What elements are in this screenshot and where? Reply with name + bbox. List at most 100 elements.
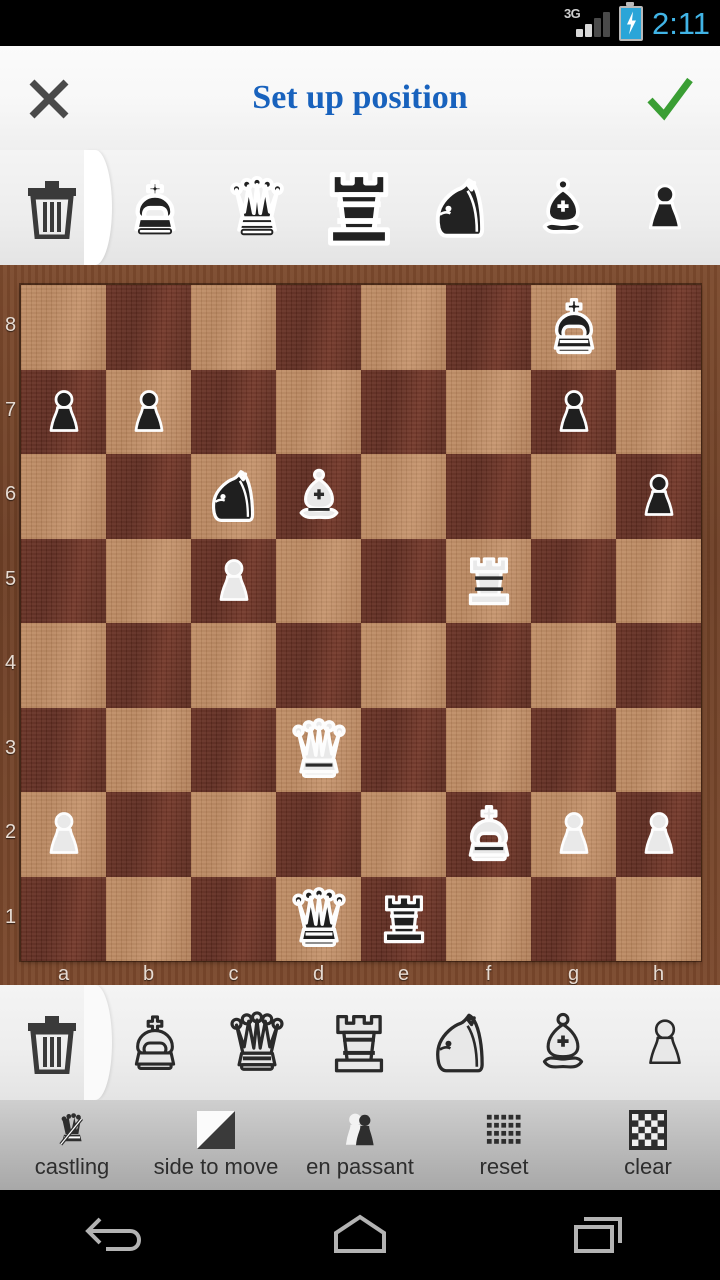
palette-black-king[interactable]: [104, 150, 206, 265]
board-square-a4[interactable]: [21, 623, 106, 708]
piece-black-pawn-g7[interactable]: [531, 370, 616, 455]
board-square-b2[interactable]: [106, 792, 191, 877]
board-square-b6[interactable]: [106, 454, 191, 539]
board-square-c4[interactable]: [191, 623, 276, 708]
board-square-b5[interactable]: [106, 538, 191, 623]
palette-black-queen[interactable]: [206, 150, 308, 265]
board-square-h1[interactable]: [616, 876, 701, 961]
castling-button[interactable]: castling: [0, 1100, 144, 1190]
castling-label: castling: [34, 1154, 110, 1179]
recent-apps-icon[interactable]: [480, 1190, 720, 1280]
board-square-f7[interactable]: [446, 369, 531, 454]
board-square-h5[interactable]: [616, 538, 701, 623]
board-square-a3[interactable]: [21, 707, 106, 792]
piece-black-pawn-h6[interactable]: [616, 454, 701, 539]
board-square-b4[interactable]: [106, 623, 191, 708]
board-square-e6[interactable]: [361, 454, 446, 539]
palette-white-queen[interactable]: [206, 985, 308, 1100]
palette-white-king[interactable]: [104, 985, 206, 1100]
board-square-b1[interactable]: [106, 876, 191, 961]
side-to-move-label: side to move: [153, 1154, 279, 1179]
side-to-move-button[interactable]: side to move: [144, 1100, 288, 1190]
file-label-d: d: [312, 963, 325, 985]
file-label-a: a: [57, 963, 70, 985]
palette-black-knight[interactable]: [410, 150, 512, 265]
board-square-h3[interactable]: [616, 707, 701, 792]
piece-white-queen-d3[interactable]: [276, 708, 361, 793]
board-square-h7[interactable]: [616, 369, 701, 454]
en-passant-button[interactable]: en passant: [288, 1100, 432, 1190]
board-square-e5[interactable]: [361, 538, 446, 623]
clear-button[interactable]: clear: [576, 1100, 720, 1190]
board-square-d2[interactable]: [276, 792, 361, 877]
piece-white-bishop-d6[interactable]: [276, 454, 361, 539]
palette-black-bishop[interactable]: [512, 150, 614, 265]
piece-black-pawn-b7[interactable]: [106, 370, 191, 455]
piece-black-king-g8[interactable]: [531, 285, 616, 370]
piece-white-rook-f5[interactable]: [446, 539, 531, 624]
rank-label-7: 7: [4, 398, 17, 421]
check-mark-icon[interactable]: [646, 76, 694, 122]
board-square-e7[interactable]: [361, 369, 446, 454]
board-square-g6[interactable]: [531, 454, 616, 539]
palette-black-pawn[interactable]: [614, 150, 716, 265]
board-square-d5[interactable]: [276, 538, 361, 623]
board-square-c3[interactable]: [191, 707, 276, 792]
board-square-e4[interactable]: [361, 623, 446, 708]
piece-black-knight-c6[interactable]: [191, 454, 276, 539]
board-square-d7[interactable]: [276, 369, 361, 454]
board-square-a6[interactable]: [21, 454, 106, 539]
back-arrow-icon[interactable]: [0, 1190, 240, 1280]
en-passant-label: en passant: [306, 1154, 414, 1179]
rank-label-4: 4: [4, 652, 17, 675]
board-square-b8[interactable]: [106, 285, 191, 370]
board-square-f4[interactable]: [446, 623, 531, 708]
board-square-b3[interactable]: [106, 707, 191, 792]
board-square-d8[interactable]: [276, 285, 361, 370]
board-square-a8[interactable]: [21, 285, 106, 370]
side-to-move-icon: [197, 1110, 235, 1150]
board-square-e2[interactable]: [361, 792, 446, 877]
home-icon[interactable]: [240, 1190, 480, 1280]
piece-black-rook-e1[interactable]: [361, 877, 446, 962]
board-square-g1[interactable]: [531, 876, 616, 961]
reset-button[interactable]: reset: [432, 1100, 576, 1190]
board-square-a5[interactable]: [21, 538, 106, 623]
en-passant-icon: [340, 1110, 380, 1150]
piece-black-pawn-a7[interactable]: [21, 370, 106, 455]
board-squares[interactable]: [21, 285, 701, 962]
board-square-g4[interactable]: [531, 623, 616, 708]
palette-white-knight[interactable]: [410, 985, 512, 1100]
board-square-f6[interactable]: [446, 454, 531, 539]
palette-white-rook[interactable]: [308, 985, 410, 1100]
board-square-h8[interactable]: [616, 285, 701, 370]
app-screen: 3G 2:11 Set up position 8 7 6 5 4 3 2 1 …: [0, 0, 720, 1280]
palette-white-bishop[interactable]: [512, 985, 614, 1100]
board-square-c8[interactable]: [191, 285, 276, 370]
piece-white-pawn-h2[interactable]: [616, 792, 701, 877]
chess-board[interactable]: 8 7 6 5 4 3 2 1 a b c d e f g h: [0, 265, 720, 985]
piece-white-pawn-g2[interactable]: [531, 792, 616, 877]
board-square-f3[interactable]: [446, 707, 531, 792]
piece-white-king-f2[interactable]: [446, 792, 531, 877]
board-square-e8[interactable]: [361, 285, 446, 370]
piece-white-pawn-a2[interactable]: [21, 792, 106, 877]
board-square-c2[interactable]: [191, 792, 276, 877]
board-square-d4[interactable]: [276, 623, 361, 708]
status-bar: 3G 2:11: [0, 0, 720, 46]
board-square-h4[interactable]: [616, 623, 701, 708]
board-square-g3[interactable]: [531, 707, 616, 792]
board-square-e3[interactable]: [361, 707, 446, 792]
board-square-f8[interactable]: [446, 285, 531, 370]
palette-black-rook[interactable]: [303, 144, 415, 271]
board-square-g5[interactable]: [531, 538, 616, 623]
file-label-g: g: [567, 963, 580, 985]
board-square-f1[interactable]: [446, 876, 531, 961]
board-square-c1[interactable]: [191, 876, 276, 961]
piece-black-queen-d1[interactable]: [276, 877, 361, 962]
board-square-a1[interactable]: [21, 876, 106, 961]
piece-white-pawn-c5[interactable]: [191, 539, 276, 624]
board-square-c7[interactable]: [191, 369, 276, 454]
palette-white-pawn[interactable]: [614, 985, 716, 1100]
file-label-h: h: [652, 963, 665, 985]
